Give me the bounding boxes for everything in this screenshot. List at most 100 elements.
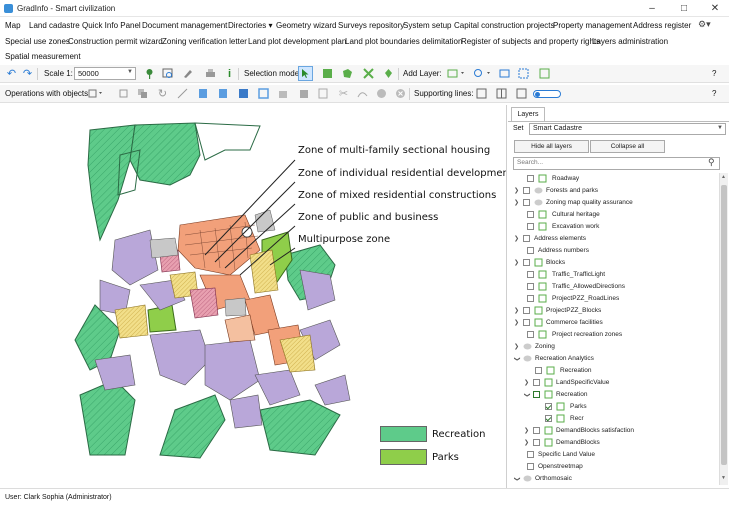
collapse-all-button[interactable]: Collapse all <box>590 140 665 153</box>
print-icon[interactable] <box>203 66 218 81</box>
chevron-down-icon: ▼ <box>717 125 723 131</box>
layer-search-input[interactable]: Search... <box>513 157 720 170</box>
info-icon[interactable]: i <box>222 66 237 81</box>
circle-check-icon[interactable] <box>374 86 389 101</box>
close-button[interactable]: ✕ <box>704 1 726 16</box>
tree-scrollbar[interactable]: ▲ ▼ <box>719 173 728 485</box>
legend-parks-label: Parks <box>432 452 459 463</box>
minimize-button[interactable]: – <box>641 1 663 16</box>
operations-label: Operations with objects <box>5 89 89 98</box>
tab-layers[interactable]: Layers <box>511 107 545 121</box>
menu-directories[interactable]: Directories ▾ <box>228 20 272 31</box>
set-select[interactable]: Smart Cadastre ▼ <box>529 123 726 135</box>
doc-edit-icon[interactable] <box>196 86 211 101</box>
line-tool-icon[interactable] <box>175 86 190 101</box>
menu-layers-administration[interactable]: Layers administration <box>592 36 668 47</box>
menu-land-plot-development[interactable]: Land plot development plan <box>248 36 346 47</box>
menu-special-use-zones[interactable]: Special use zones <box>5 36 70 47</box>
edit-icon[interactable] <box>180 66 195 81</box>
support-corner-icon[interactable] <box>514 86 529 101</box>
select-move-icon[interactable] <box>381 66 396 81</box>
menu-surveys-repository[interactable]: Surveys repository <box>338 20 404 31</box>
zone-label-multipurpose: Multipurpose zone <box>298 234 391 245</box>
layer-search-icon[interactable] <box>472 66 494 81</box>
doc-copy-icon[interactable] <box>216 86 231 101</box>
hide-all-layers-button[interactable]: Hide all layers <box>514 140 589 153</box>
menu-map[interactable]: Map <box>5 20 21 31</box>
status-bar: User: Clark Sophia (Administrator) <box>0 488 729 508</box>
layer-grid-icon[interactable] <box>516 66 531 81</box>
redo-icon[interactable]: ↷ <box>20 66 35 81</box>
zone-label-individual: Zone of individual residential developme… <box>298 168 507 179</box>
settings-gear-icon[interactable]: ⚙▾ <box>698 19 711 30</box>
app-logo-icon <box>4 4 13 13</box>
support-square-icon[interactable] <box>474 86 489 101</box>
undo-icon[interactable]: ↶ <box>4 66 19 81</box>
menu-land-cadastre[interactable]: Land cadastre <box>29 20 80 31</box>
title-bar: GradInfo - Smart civilization – □ ✕ <box>0 0 729 17</box>
supporting-lines-label: Supporting lines: <box>414 89 474 98</box>
menu-quick-info-panel[interactable]: Quick Info Panel <box>82 20 141 31</box>
layers-gray-icon[interactable] <box>276 86 291 101</box>
layer-frame-icon[interactable] <box>537 66 552 81</box>
menu-land-plot-boundaries[interactable]: Land plot boundaries delimitation <box>345 36 462 47</box>
menu-property-management[interactable]: Property management <box>553 20 632 31</box>
zone-label-public: Zone of public and business <box>298 212 439 223</box>
scissors-icon[interactable]: ✂ <box>336 86 351 101</box>
window-title: GradInfo - Smart civilization <box>17 4 116 13</box>
support-half-icon[interactable] <box>494 86 509 101</box>
cut-doc-icon[interactable] <box>316 86 331 101</box>
search-icon[interactable]: ⚲ <box>708 157 715 168</box>
menu-register-subjects[interactable]: Register of subjects and property rights <box>461 36 600 47</box>
frame-blue-icon[interactable] <box>256 86 271 101</box>
menu-address-register[interactable]: Address register <box>633 20 691 31</box>
menu-construction-permit[interactable]: Construction permit wizard <box>68 36 163 47</box>
help-icon-2[interactable]: ? <box>712 89 716 98</box>
scale-input[interactable]: 50000 ▼ <box>74 67 136 80</box>
select-expand-icon[interactable] <box>361 66 376 81</box>
legend-recreation-label: Recreation <box>432 429 486 440</box>
recreation-zone-southeast <box>259 399 341 456</box>
zoom-rect-icon[interactable] <box>160 66 175 81</box>
refresh-icon[interactable]: ↻ <box>155 86 170 101</box>
copy-icon[interactable] <box>135 86 150 101</box>
menu-zoning-verification[interactable]: Zoning verification letter <box>162 36 247 47</box>
layer-image-icon[interactable] <box>497 66 512 81</box>
select-poly-icon[interactable] <box>340 66 355 81</box>
recreation-zone-south <box>159 394 226 459</box>
select-rect-icon[interactable] <box>320 66 335 81</box>
set-label: Set <box>513 125 524 132</box>
map-drawing <box>74 122 351 459</box>
status-user: User: Clark Sophia (Administrator) <box>5 494 112 501</box>
recreation-zone-north <box>87 124 136 242</box>
pin-icon[interactable] <box>142 66 157 81</box>
square-icon[interactable] <box>116 86 131 101</box>
maximize-button[interactable]: □ <box>673 1 695 16</box>
scale-label: Scale 1: <box>44 69 73 78</box>
menu-capital-construction[interactable]: Capital construction projects <box>454 20 555 31</box>
menu-document-management[interactable]: Document management <box>142 20 227 31</box>
map-canvas[interactable]: Zone of multi-family sectional housing Z… <box>0 105 507 488</box>
menu-spatial-measurement[interactable]: Spatial measurement <box>5 51 81 62</box>
scrollbar-thumb[interactable] <box>721 185 727 465</box>
circle-x-icon[interactable] <box>393 86 408 101</box>
select-pointer-icon[interactable] <box>298 66 313 81</box>
operations-toolbar: Operations with objects ↻ ✂ Supporting l… <box>0 85 729 103</box>
legend-recreation-swatch <box>380 426 427 442</box>
help-icon[interactable]: ? <box>712 69 716 78</box>
object-dropdown-icon[interactable] <box>87 86 105 101</box>
menu-system-setup[interactable]: System setup <box>403 20 451 31</box>
recreation-zone-north-2 <box>129 122 201 186</box>
selection-mode-label: Selection mode <box>244 69 300 78</box>
zone-label-multifamily: Zone of multi-family sectional housing <box>298 145 491 156</box>
recreation-zone-southwest <box>79 379 136 456</box>
menu-geometry-wizard[interactable]: Geometry wizard <box>276 20 336 31</box>
add-layer-dropdown-icon[interactable] <box>446 66 468 81</box>
curve-icon[interactable] <box>355 86 370 101</box>
layers-tree: Roadway ❯ Forests and parks ❯ Zoning map q… <box>513 174 635 482</box>
chevron-down-icon: ▼ <box>127 69 133 75</box>
stack-icon[interactable] <box>296 86 311 101</box>
menu-bar: Map Land cadastre Quick Info Panel Docum… <box>0 18 729 64</box>
support-toggle-slider[interactable] <box>533 90 561 98</box>
doc-blue-icon[interactable] <box>236 86 251 101</box>
